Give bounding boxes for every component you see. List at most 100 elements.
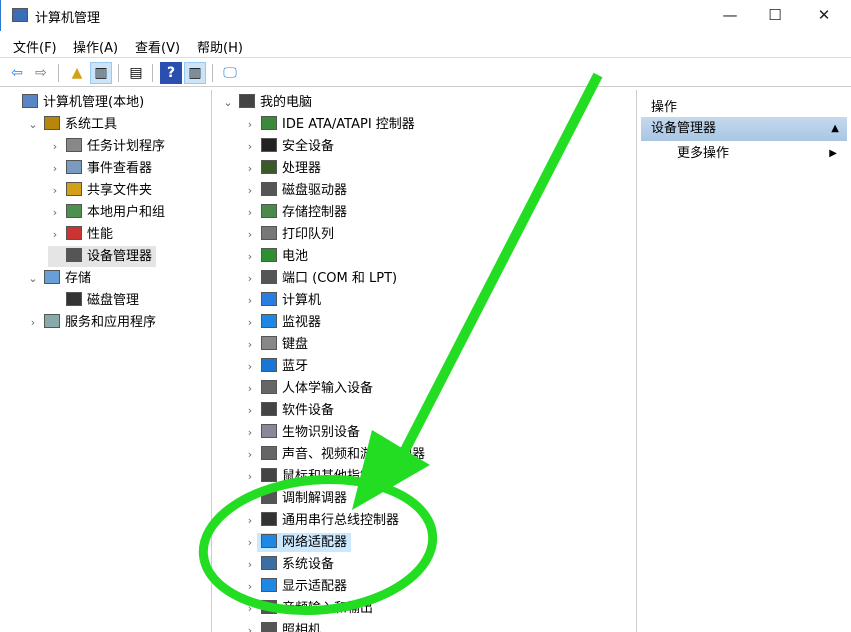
device-category-label: 生物识别设备 <box>282 425 361 440</box>
expand-chevron-icon[interactable]: › <box>243 554 257 575</box>
tree-item[interactable]: 计算机管理(本地) <box>4 92 148 113</box>
device-category[interactable]: › 显示适配器 <box>243 576 351 597</box>
device-category[interactable]: › 电池 <box>243 246 312 267</box>
menu-file[interactable]: 文件(F) <box>13 37 57 56</box>
tree-item[interactable]: 设备管理器 <box>48 246 157 267</box>
expand-chevron-icon[interactable]: › <box>243 114 257 135</box>
expand-chevron-icon[interactable]: › <box>243 312 257 333</box>
back-icon[interactable]: ⇦ <box>6 62 28 84</box>
tree-item[interactable]: › 任务计划程序 <box>48 136 169 157</box>
help-icon[interactable]: ? <box>160 62 182 84</box>
device-category[interactable]: › 蓝牙 <box>243 356 312 377</box>
expand-chevron-icon[interactable]: › <box>243 598 257 619</box>
device-category-icon <box>261 578 277 592</box>
device-category[interactable]: › 磁盘驱动器 <box>243 180 351 201</box>
expand-chevron-icon[interactable]: › <box>243 158 257 179</box>
device-category[interactable]: › 照相机 <box>243 620 325 632</box>
device-category-label: 蓝牙 <box>282 359 309 374</box>
menu-help[interactable]: 帮助(H) <box>197 37 243 56</box>
expand-chevron-icon[interactable]: › <box>48 202 62 223</box>
expand-chevron-icon[interactable]: › <box>48 158 62 179</box>
device-category-icon <box>261 204 277 218</box>
expand-chevron-icon[interactable]: › <box>26 312 40 333</box>
expand-chevron-icon[interactable]: › <box>243 334 257 355</box>
device-category-label: 打印队列 <box>282 227 335 242</box>
tree-item[interactable]: › 性能 <box>48 224 117 245</box>
expand-chevron-icon[interactable]: › <box>243 356 257 377</box>
expand-chevron-icon[interactable]: › <box>243 576 257 597</box>
device-category[interactable]: › 人体学输入设备 <box>243 378 377 399</box>
expand-chevron-icon[interactable]: › <box>243 224 257 245</box>
device-category[interactable]: › IDE ATA/ATAPI 控制器 <box>243 114 419 135</box>
tree-item[interactable]: › 本地用户和组 <box>48 202 169 223</box>
device-category[interactable]: › 监视器 <box>243 312 325 333</box>
expand-chevron-icon[interactable]: › <box>243 532 257 553</box>
tree-item[interactable]: ⌄ 系统工具 <box>26 114 121 135</box>
expand-chevron-icon[interactable]: › <box>243 466 257 487</box>
tree-item[interactable]: › 服务和应用程序 <box>26 312 160 333</box>
tree-item-label: 服务和应用程序 <box>65 315 157 330</box>
close-button[interactable]: ✕ <box>801 0 847 31</box>
device-category[interactable]: › 存储控制器 <box>243 202 351 223</box>
device-category-icon <box>261 336 277 350</box>
device-category[interactable]: › 端口 (COM 和 LPT) <box>243 268 401 289</box>
device-category[interactable]: › 键盘 <box>243 334 312 355</box>
show-action-pane-icon[interactable]: ▥ <box>184 62 206 84</box>
device-category[interactable]: › 调制解调器 <box>243 488 351 509</box>
tree-item[interactable]: › 共享文件夹 <box>48 180 156 201</box>
device-category[interactable]: › 处理器 <box>243 158 325 179</box>
expand-chevron-icon[interactable]: › <box>48 180 62 201</box>
device-category-label: 安全设备 <box>282 139 335 154</box>
expand-chevron-icon[interactable]: › <box>243 444 257 465</box>
minimize-button[interactable]: — <box>707 0 753 31</box>
expand-chevron-icon[interactable]: › <box>48 224 62 245</box>
tree-item-label: 性能 <box>87 227 114 242</box>
tree-item-label: 系统工具 <box>65 117 118 132</box>
device-category[interactable]: › 系统设备 <box>243 554 338 575</box>
menu-view[interactable]: 查看(V) <box>135 37 180 56</box>
actions-section-device-manager[interactable]: 设备管理器 ▲ <box>641 117 847 141</box>
device-category[interactable]: › 计算机 <box>243 290 325 311</box>
tree-item[interactable]: › 事件查看器 <box>48 158 156 179</box>
device-category-icon <box>261 490 277 504</box>
device-category[interactable]: › 通用串行总线控制器 <box>243 510 403 531</box>
expand-chevron-icon[interactable]: › <box>243 268 257 289</box>
device-category[interactable]: › 安全设备 <box>243 136 338 157</box>
device-category[interactable]: › 音频输入和输出 <box>243 598 377 619</box>
forward-icon[interactable]: ⇨ <box>30 62 52 84</box>
monitor-icon[interactable]: 🖵 <box>219 62 241 84</box>
expand-chevron-icon[interactable]: › <box>243 378 257 399</box>
up-folder-icon[interactable]: ▲ <box>66 62 88 84</box>
device-root[interactable]: ⌄ 我的电脑 <box>221 92 312 113</box>
expand-chevron-icon[interactable]: › <box>243 246 257 267</box>
device-category[interactable]: › 声音、视频和游戏控制器 <box>243 444 429 465</box>
device-category[interactable]: › 生物识别设备 <box>243 422 364 443</box>
expand-chevron-icon[interactable]: › <box>243 400 257 421</box>
device-category[interactable]: › 软件设备 <box>243 400 338 421</box>
expand-chevron-icon[interactable]: › <box>243 180 257 201</box>
device-category[interactable]: › 打印队列 <box>243 224 338 245</box>
tree-item[interactable]: 磁盘管理 <box>48 290 143 311</box>
show-hide-tree-icon[interactable]: ▥ <box>90 62 112 84</box>
maximize-button[interactable]: ☐ <box>752 0 798 31</box>
menu-action[interactable]: 操作(A) <box>73 37 118 56</box>
expand-chevron-icon[interactable]: › <box>243 202 257 223</box>
node-icon <box>66 292 82 306</box>
expand-chevron-icon[interactable]: › <box>243 510 257 531</box>
expand-chevron-icon[interactable]: › <box>243 422 257 443</box>
expand-chevron-icon[interactable]: › <box>48 136 62 157</box>
expand-chevron-icon[interactable]: › <box>243 488 257 509</box>
expand-chevron-icon[interactable]: ⌄ <box>221 92 235 113</box>
properties-icon[interactable]: ▤ <box>125 62 147 84</box>
device-category[interactable]: › 网络适配器 <box>243 532 352 553</box>
expand-chevron-icon[interactable]: › <box>243 290 257 311</box>
expand-chevron-icon[interactable]: ⌄ <box>26 114 40 135</box>
tree-item[interactable]: ⌄ 存储 <box>26 268 95 289</box>
expand-chevron-icon[interactable]: › <box>243 136 257 157</box>
device-category-icon <box>261 226 277 240</box>
device-category[interactable]: › 鼠标和其他指针设备 <box>243 466 403 487</box>
expand-chevron-icon[interactable]: › <box>243 620 257 632</box>
more-actions[interactable]: 更多操作 ▶ <box>641 143 847 165</box>
expand-chevron-icon[interactable]: ⌄ <box>26 268 40 289</box>
device-category-icon <box>261 600 277 614</box>
